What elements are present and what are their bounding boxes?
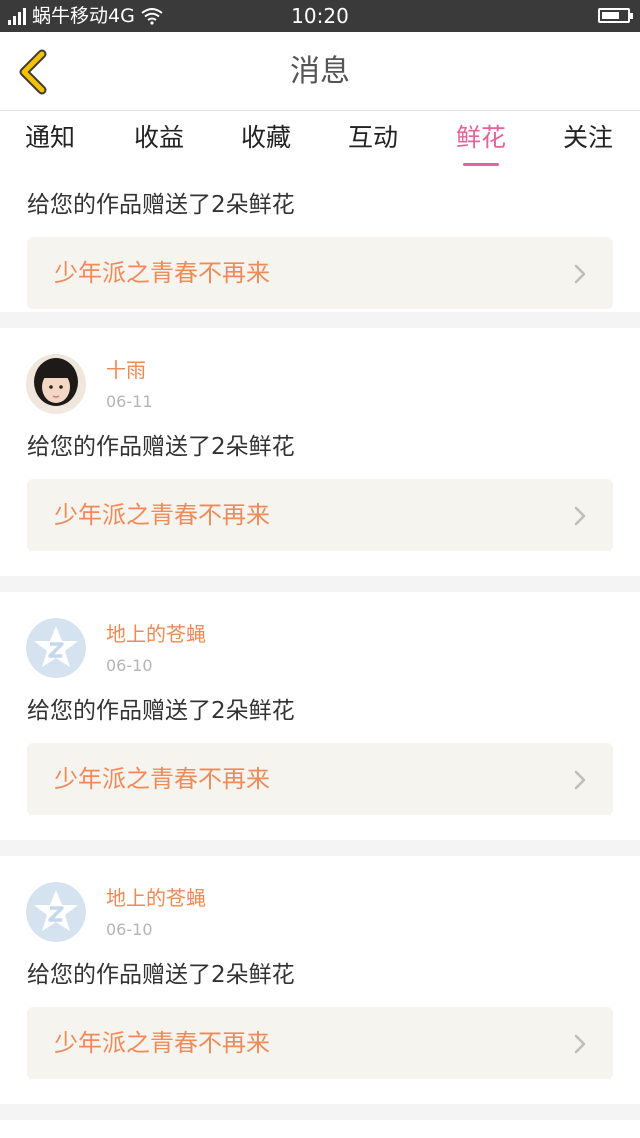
gift-message: 给您的作品赠送了2朵鲜花	[27, 192, 295, 218]
tab-following[interactable]: 关注	[563, 121, 613, 155]
divider	[0, 312, 640, 328]
gift-message: 给您的作品赠送了2朵鲜花	[27, 434, 295, 460]
flower-message-list: 给您的作品赠送了2朵鲜花 少年派之青春不再来 十雨 06-11 给您的作品赠送了…	[0, 169, 640, 1120]
gift-message: 给您的作品赠送了2朵鲜花	[27, 698, 295, 724]
list-item: 给您的作品赠送了2朵鲜花 少年派之青春不再来	[0, 169, 640, 312]
tab-favorites[interactable]: 收藏	[241, 121, 291, 155]
battery-icon	[598, 8, 633, 23]
chevron-right-icon	[574, 264, 586, 284]
work-title: 少年派之青春不再来	[54, 765, 270, 793]
work-link[interactable]: 少年派之青春不再来	[27, 237, 613, 309]
divider	[0, 840, 640, 856]
avatar[interactable]	[26, 882, 86, 942]
work-link[interactable]: 少年派之青春不再来	[27, 479, 613, 551]
sent-date: 06-10	[106, 656, 153, 675]
sender-row: 地上的苍蝇 06-10	[0, 856, 640, 942]
tab-interactions[interactable]: 互动	[348, 121, 398, 155]
sender-row: 地上的苍蝇 06-10	[0, 592, 640, 678]
sender-name[interactable]: 地上的苍蝇	[106, 622, 206, 646]
tab-bar: 通知 收益 收藏 互动 鲜花 关注	[0, 111, 640, 169]
list-item: 地上的苍蝇 06-10 给您的作品赠送了2朵鲜花 少年派之青春不再来	[0, 592, 640, 840]
tab-notifications[interactable]: 通知	[25, 121, 75, 155]
tab-earnings[interactable]: 收益	[134, 121, 184, 155]
active-tab-indicator	[462, 163, 499, 166]
default-star-avatar-icon	[26, 882, 86, 942]
divider	[0, 1104, 640, 1120]
sent-date: 06-11	[106, 392, 153, 411]
tab-flowers[interactable]: 鲜花	[455, 121, 507, 166]
page-title: 消息	[290, 54, 350, 89]
work-title: 少年派之青春不再来	[54, 1029, 270, 1057]
chevron-right-icon	[574, 770, 586, 790]
list-item: 十雨 06-11 给您的作品赠送了2朵鲜花 少年派之青春不再来	[0, 328, 640, 576]
divider	[0, 576, 640, 592]
work-title: 少年派之青春不再来	[54, 259, 270, 287]
status-time: 10:20	[291, 4, 349, 28]
sender-row: 十雨 06-11	[0, 328, 640, 414]
default-star-avatar-icon	[26, 618, 86, 678]
work-title: 少年派之青春不再来	[54, 501, 270, 529]
status-bar: 蜗牛移动4G 10:20	[0, 0, 640, 32]
tab-flowers-label: 鲜花	[455, 123, 507, 152]
sender-name[interactable]: 地上的苍蝇	[106, 886, 206, 910]
work-link[interactable]: 少年派之青春不再来	[27, 743, 613, 815]
avatar[interactable]	[26, 354, 86, 414]
chevron-right-icon	[574, 506, 586, 526]
sender-name[interactable]: 十雨	[106, 358, 146, 382]
gift-message: 给您的作品赠送了2朵鲜花	[27, 962, 295, 988]
nav-header: 消息	[0, 32, 640, 111]
chevron-right-icon	[574, 1034, 586, 1054]
work-link[interactable]: 少年派之青春不再来	[27, 1007, 613, 1079]
list-item: 地上的苍蝇 06-10 给您的作品赠送了2朵鲜花 少年派之青春不再来	[0, 856, 640, 1104]
sent-date: 06-10	[106, 920, 153, 939]
avatar[interactable]	[26, 618, 86, 678]
user-photo-icon	[26, 354, 86, 414]
